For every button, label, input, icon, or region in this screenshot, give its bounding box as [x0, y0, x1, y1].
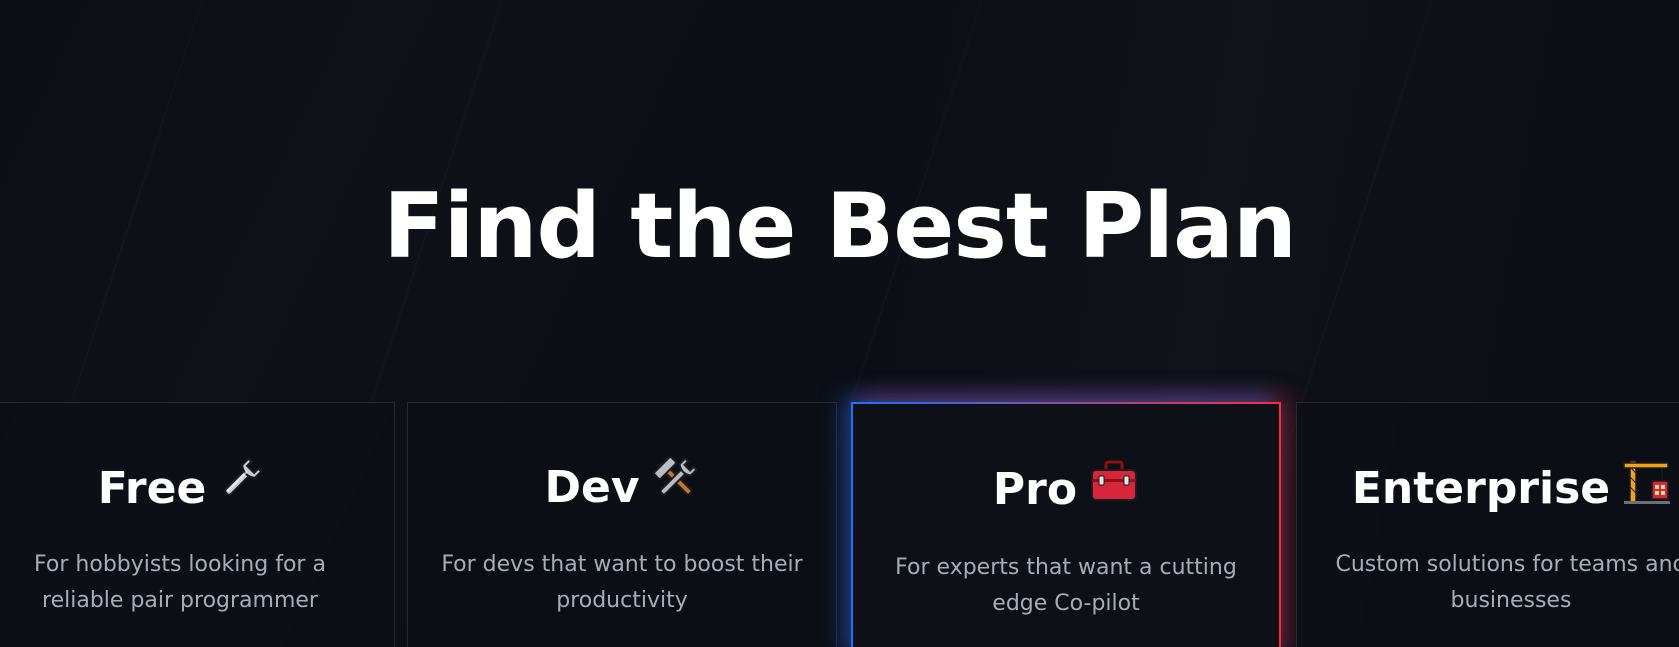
plan-name: Dev — [544, 462, 640, 513]
plan-description: For experts that want a cutting edge Co-… — [895, 555, 1237, 616]
plan-card-pro[interactable]: Pro For experts that want a cutting edge… — [851, 402, 1281, 647]
toolbox-icon — [1089, 459, 1139, 517]
plan-card-dev[interactable]: Dev For devs that want to boost their pr… — [407, 402, 837, 647]
plan-header: Pro — [853, 459, 1279, 521]
construction-crane-icon — [1622, 455, 1671, 519]
plan-description: For hobbyists looking for a reliable pai… — [34, 552, 326, 613]
plan-header: Dev — [408, 456, 836, 521]
plan-description: Custom solutions for teams and businesse… — [1335, 552, 1679, 613]
pricing-section: Find the Best Plan Free For hobbyists lo… — [0, 0, 1679, 647]
plan-header: Enterprise — [1297, 459, 1679, 523]
plan-name: Free — [97, 463, 207, 514]
wrench-icon — [218, 455, 263, 519]
page-title: Find the Best Plan — [383, 174, 1297, 279]
plan-card-free[interactable]: Free For hobbyists looking for a reliabl… — [0, 402, 395, 647]
plan-name: Enterprise — [1351, 463, 1611, 514]
plan-description: For devs that want to boost their produc… — [441, 552, 803, 613]
plan-card-enterprise[interactable]: Enterprise Custom solutions for teams an… — [1296, 402, 1679, 647]
hammer-and-wrench-icon — [652, 455, 700, 517]
plan-name: Pro — [992, 464, 1078, 515]
plan-header: Free — [0, 457, 394, 523]
